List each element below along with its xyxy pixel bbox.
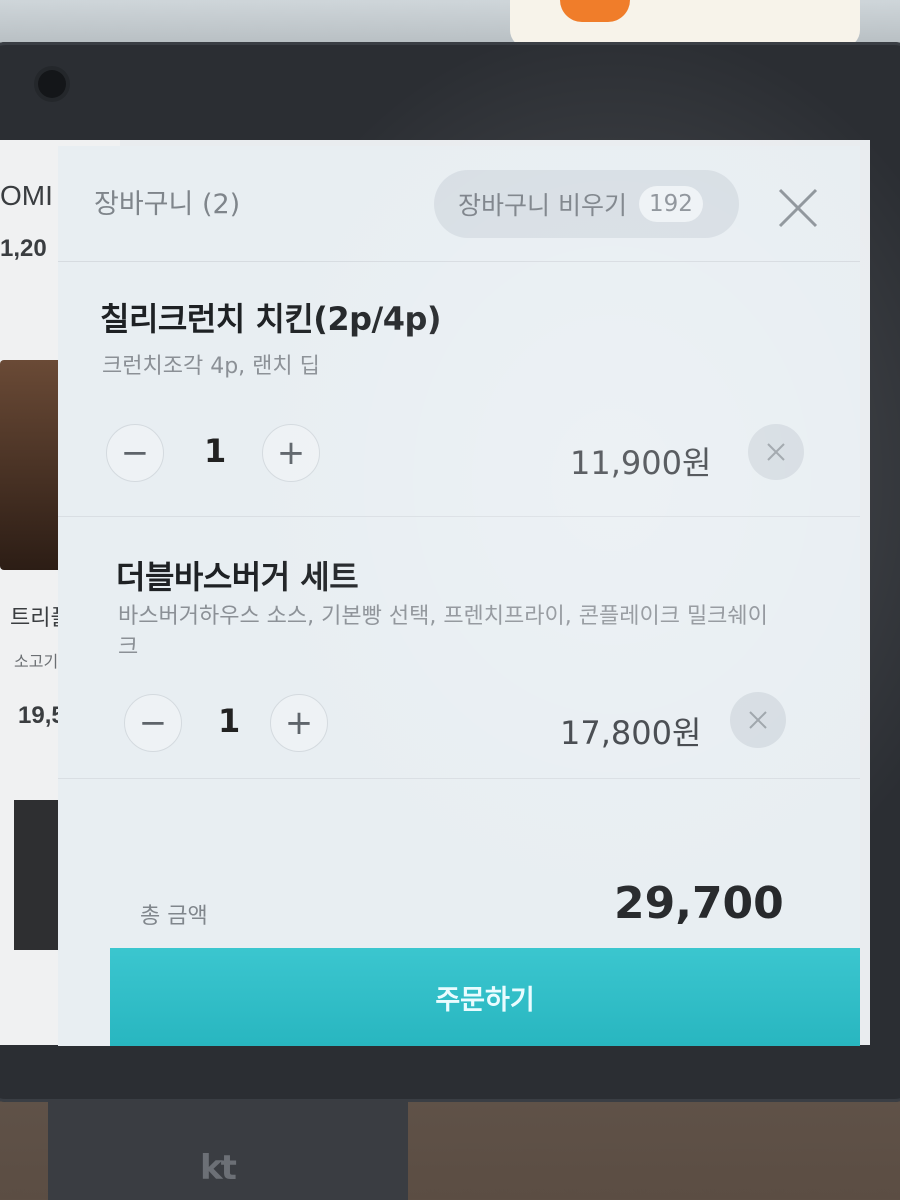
cart-item-price: 17,800원 [560,714,702,752]
cart-item-price: 11,900원 [570,444,712,482]
decrease-quantity-button[interactable]: − [106,424,164,482]
sticker-art [560,0,630,22]
cart-item-name: 더블바스버거 세트 [116,558,359,596]
quantity-value: 1 [204,432,227,470]
camera-icon [38,70,66,98]
clear-cart-label: 장바구니 비우기 [458,191,627,220]
order-button[interactable]: 주문하기 [110,948,860,1046]
cart-panel: 장바구니 (2) 장바구니 비우기 192 칠리크런치 치킨(2p/4p) 크런… [58,146,860,1046]
total-value: 29,700 [614,878,784,929]
remove-item-button[interactable] [730,692,786,748]
background-price: 1,20 [0,235,47,262]
remove-x-icon [767,443,785,461]
cart-item-name: 칠리크런치 치킨(2p/4p) [100,300,442,338]
minus-icon: − [138,703,168,743]
remove-item-button[interactable] [748,424,804,480]
background-brand: OMI [0,180,53,211]
clear-cart-button[interactable]: 장바구니 비우기 192 [434,170,739,238]
increase-quantity-button[interactable]: + [262,424,320,482]
plus-icon: + [276,433,306,473]
cart-item: 칠리크런치 치킨(2p/4p) 크런치조각 4p, 랜치 딥 − 1 + 11,… [58,262,860,517]
remove-x-icon [749,711,767,729]
minus-icon: − [120,433,150,473]
close-icon[interactable] [774,184,822,232]
total-section: 총 금액 29,700 [58,778,860,948]
timer-badge: 192 [638,186,703,222]
quantity-value: 1 [218,702,241,740]
brand-logo: kt [200,1148,237,1188]
increase-quantity-button[interactable]: + [270,694,328,752]
cart-header: 장바구니 (2) 장바구니 비우기 192 [58,146,860,262]
decrease-quantity-button[interactable]: − [124,694,182,752]
cart-title: 장바구니 (2) [94,189,241,220]
cart-item-options: 바스버거하우스 소스, 기본빵 선택, 프렌치프라이, 콘플레이크 밀크쉐이크 [118,604,768,660]
total-label: 총 금액 [140,904,208,929]
plus-icon: + [284,703,314,743]
cart-item-options: 크런치조각 4p, 랜치 딥 [102,354,320,379]
cart-item: 더블바스버거 세트 바스버거하우스 소스, 기본빵 선택, 프렌치프라이, 콘플… [58,516,860,779]
